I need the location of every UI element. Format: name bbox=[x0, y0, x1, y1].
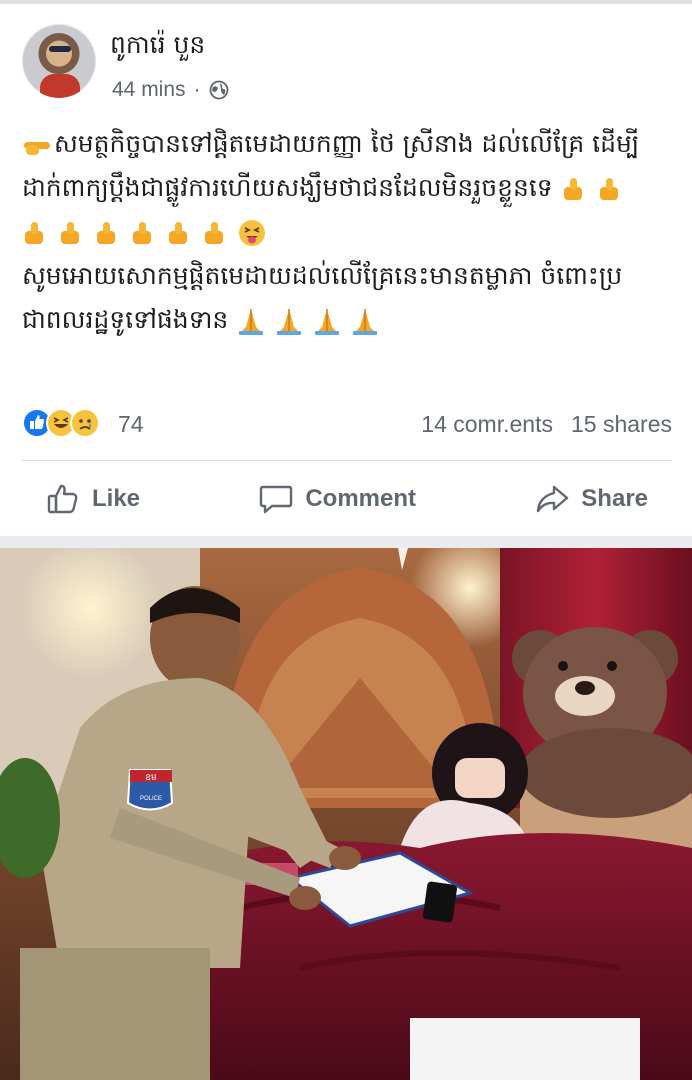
thumbs-up-emoji bbox=[599, 178, 618, 200]
post-photo[interactable]: ឧម POLICE bbox=[0, 548, 692, 1080]
sad-reaction-icon bbox=[70, 408, 100, 438]
avatar-shirt bbox=[40, 74, 80, 98]
comment-icon bbox=[260, 485, 293, 514]
post-line-1: សមត្ថកិច្ចបានទៅផ្ដិតមេដាយកញ្ញា ថៃ ស្រីនា… bbox=[22, 122, 672, 166]
thumbs-up-emoji bbox=[563, 178, 582, 200]
post-line-5: ជាពលរដ្ឋទូទៅផងទាន bbox=[22, 298, 672, 342]
comment-button[interactable]: Comment bbox=[235, 482, 440, 516]
like-icon bbox=[47, 484, 78, 514]
like-button[interactable]: Like bbox=[22, 482, 164, 516]
meta-separator: · bbox=[193, 78, 201, 101]
thumbs-up-emoji bbox=[204, 222, 223, 244]
thumbs-up-emoji bbox=[132, 222, 151, 244]
share-button[interactable]: Share bbox=[511, 482, 672, 516]
thumbs-up-emoji bbox=[25, 222, 43, 244]
police-badge: ឧម POLICE bbox=[126, 769, 174, 811]
action-bar: Like Comment Share bbox=[22, 470, 672, 528]
share-label: Share bbox=[581, 485, 648, 512]
divider bbox=[22, 460, 672, 461]
post-time[interactable]: 44 mins bbox=[112, 78, 186, 102]
share-count[interactable]: 15 shares bbox=[571, 411, 672, 438]
folded-hands-emoji bbox=[353, 309, 378, 335]
feed-separator bbox=[0, 536, 692, 548]
folded-hands-emoji bbox=[239, 309, 264, 335]
svg-text:POLICE: POLICE bbox=[140, 796, 162, 802]
folded-hands-emoji bbox=[277, 309, 302, 335]
like-label: Like bbox=[92, 485, 141, 512]
comment-count[interactable]: 14 comr.ents bbox=[421, 411, 553, 438]
thumbs-up-emoji bbox=[96, 222, 115, 244]
reaction-summary[interactable]: 74 14 comr.ents 15 shares bbox=[22, 408, 672, 444]
post-line-3 bbox=[22, 210, 672, 254]
avatar[interactable] bbox=[22, 24, 96, 98]
photo-illustration: ឧម POLICE bbox=[0, 548, 692, 1080]
top-strip bbox=[0, 0, 692, 4]
thumbs-up-emoji bbox=[168, 222, 187, 244]
thumbs-up-emoji bbox=[60, 222, 79, 244]
pointing-right-emoji bbox=[24, 142, 50, 155]
post-header: ពូការ៉េ បួន 44 mins · bbox=[22, 24, 672, 104]
squinting-tongue-emoji bbox=[238, 220, 265, 246]
globe-icon bbox=[209, 80, 228, 100]
svg-text:ឧម: ឧម bbox=[145, 773, 157, 783]
reaction-count: 74 bbox=[118, 411, 144, 437]
post-text: សមត្ថកិច្ចបានទៅផ្ដិតមេដាយកញ្ញា ថៃ ស្រីនា… bbox=[22, 122, 672, 342]
reaction-icons bbox=[22, 408, 100, 438]
post-line-2: ដាក់ពាក្យប្តឹងជាផ្លូវការហើយសង្ឃឹមថាជនដែល… bbox=[22, 166, 672, 210]
post-line-4: សូមអោយសោកម្មផ្ដិតមេដាយដល់លើគ្រែនេះមានតម្… bbox=[22, 261, 623, 290]
share-icon bbox=[537, 485, 569, 513]
avatar-glasses bbox=[49, 46, 71, 52]
author-name[interactable]: ពូការ៉េ បួន bbox=[110, 30, 205, 66]
engagement-counts: 14 comr.ents 15 shares bbox=[421, 411, 672, 438]
comment-label: Comment bbox=[305, 485, 416, 512]
folded-hands-emoji bbox=[315, 309, 340, 335]
post-meta: 44 mins · bbox=[112, 78, 229, 102]
